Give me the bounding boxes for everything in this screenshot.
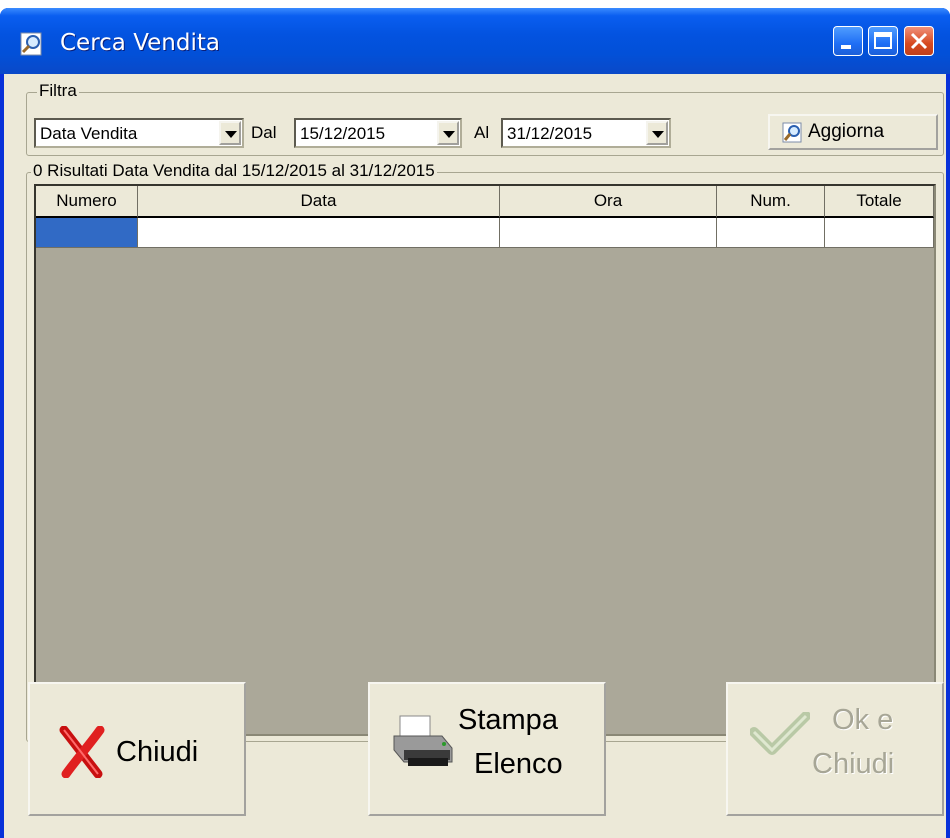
results-grid[interactable]: Numero Data Ora Num. Totale [34, 184, 936, 736]
maximize-button[interactable] [868, 26, 898, 56]
column-header-totale[interactable]: Totale [825, 186, 934, 218]
chevron-down-icon [443, 131, 455, 138]
selected-row-cell-numero[interactable] [36, 218, 138, 248]
from-label: Dal [251, 123, 277, 142]
close-button[interactable]: Chiudi [28, 682, 246, 816]
maximize-icon [874, 32, 892, 49]
results-legend: 0 Risultati Data Vendita dal 15/12/2015 … [31, 161, 437, 181]
minimize-button[interactable] [833, 26, 863, 56]
to-date-value: 31/12/2015 [507, 124, 593, 143]
app-window: Cerca Vendita Filtra Data Vendita Dal 15… [0, 8, 950, 838]
red-x-icon [59, 726, 105, 778]
close-button-label: Chiudi [116, 736, 199, 768]
column-header-data[interactable]: Data [138, 186, 500, 218]
search-icon [20, 32, 42, 56]
filter-field-combo[interactable]: Data Vendita [34, 118, 244, 148]
row-cell-num[interactable] [717, 218, 825, 248]
refresh-button[interactable]: Aggiorna [768, 114, 938, 150]
chevron-down-icon [652, 131, 664, 138]
printer-icon [393, 715, 453, 766]
filter-legend: Filtra [37, 81, 79, 101]
close-window-button[interactable] [904, 26, 934, 56]
print-button-label-line2: Elenco [474, 748, 563, 780]
ok-button-label-line2: Chiudi [812, 748, 895, 780]
search-icon [782, 122, 802, 143]
from-date-combo[interactable]: 15/12/2015 [294, 118, 462, 148]
from-date-value: 15/12/2015 [300, 124, 386, 143]
filter-field-value: Data Vendita [40, 124, 138, 143]
row-cell-data[interactable] [138, 218, 500, 248]
chevron-down-icon [225, 131, 237, 138]
close-icon [910, 32, 928, 50]
from-date-dropdown-button[interactable] [437, 121, 459, 145]
window-title: Cerca Vendita [60, 30, 220, 56]
title-bar[interactable]: Cerca Vendita [0, 8, 950, 74]
to-date-dropdown-button[interactable] [646, 121, 668, 145]
to-date-combo[interactable]: 31/12/2015 [501, 118, 671, 148]
ok-button-label-line1: Ok e [832, 704, 894, 736]
print-list-button[interactable]: Stampa Elenco [368, 682, 606, 816]
row-cell-ora[interactable] [500, 218, 717, 248]
window-client-area: Filtra Data Vendita Dal 15/12/2015 Al 31… [4, 74, 946, 838]
refresh-label: Aggiorna [808, 121, 885, 142]
row-cell-totale[interactable] [825, 218, 934, 248]
green-check-icon [750, 712, 810, 755]
minimize-icon [841, 45, 851, 49]
print-button-label-line1: Stampa [458, 704, 558, 736]
column-header-numero[interactable]: Numero [36, 186, 138, 218]
column-header-ora[interactable]: Ora [500, 186, 717, 218]
ok-and-close-button[interactable]: Ok e Chiudi [726, 682, 944, 816]
column-header-num[interactable]: Num. [717, 186, 825, 218]
to-label: Al [474, 123, 490, 142]
filter-field-dropdown-button[interactable] [219, 121, 241, 145]
